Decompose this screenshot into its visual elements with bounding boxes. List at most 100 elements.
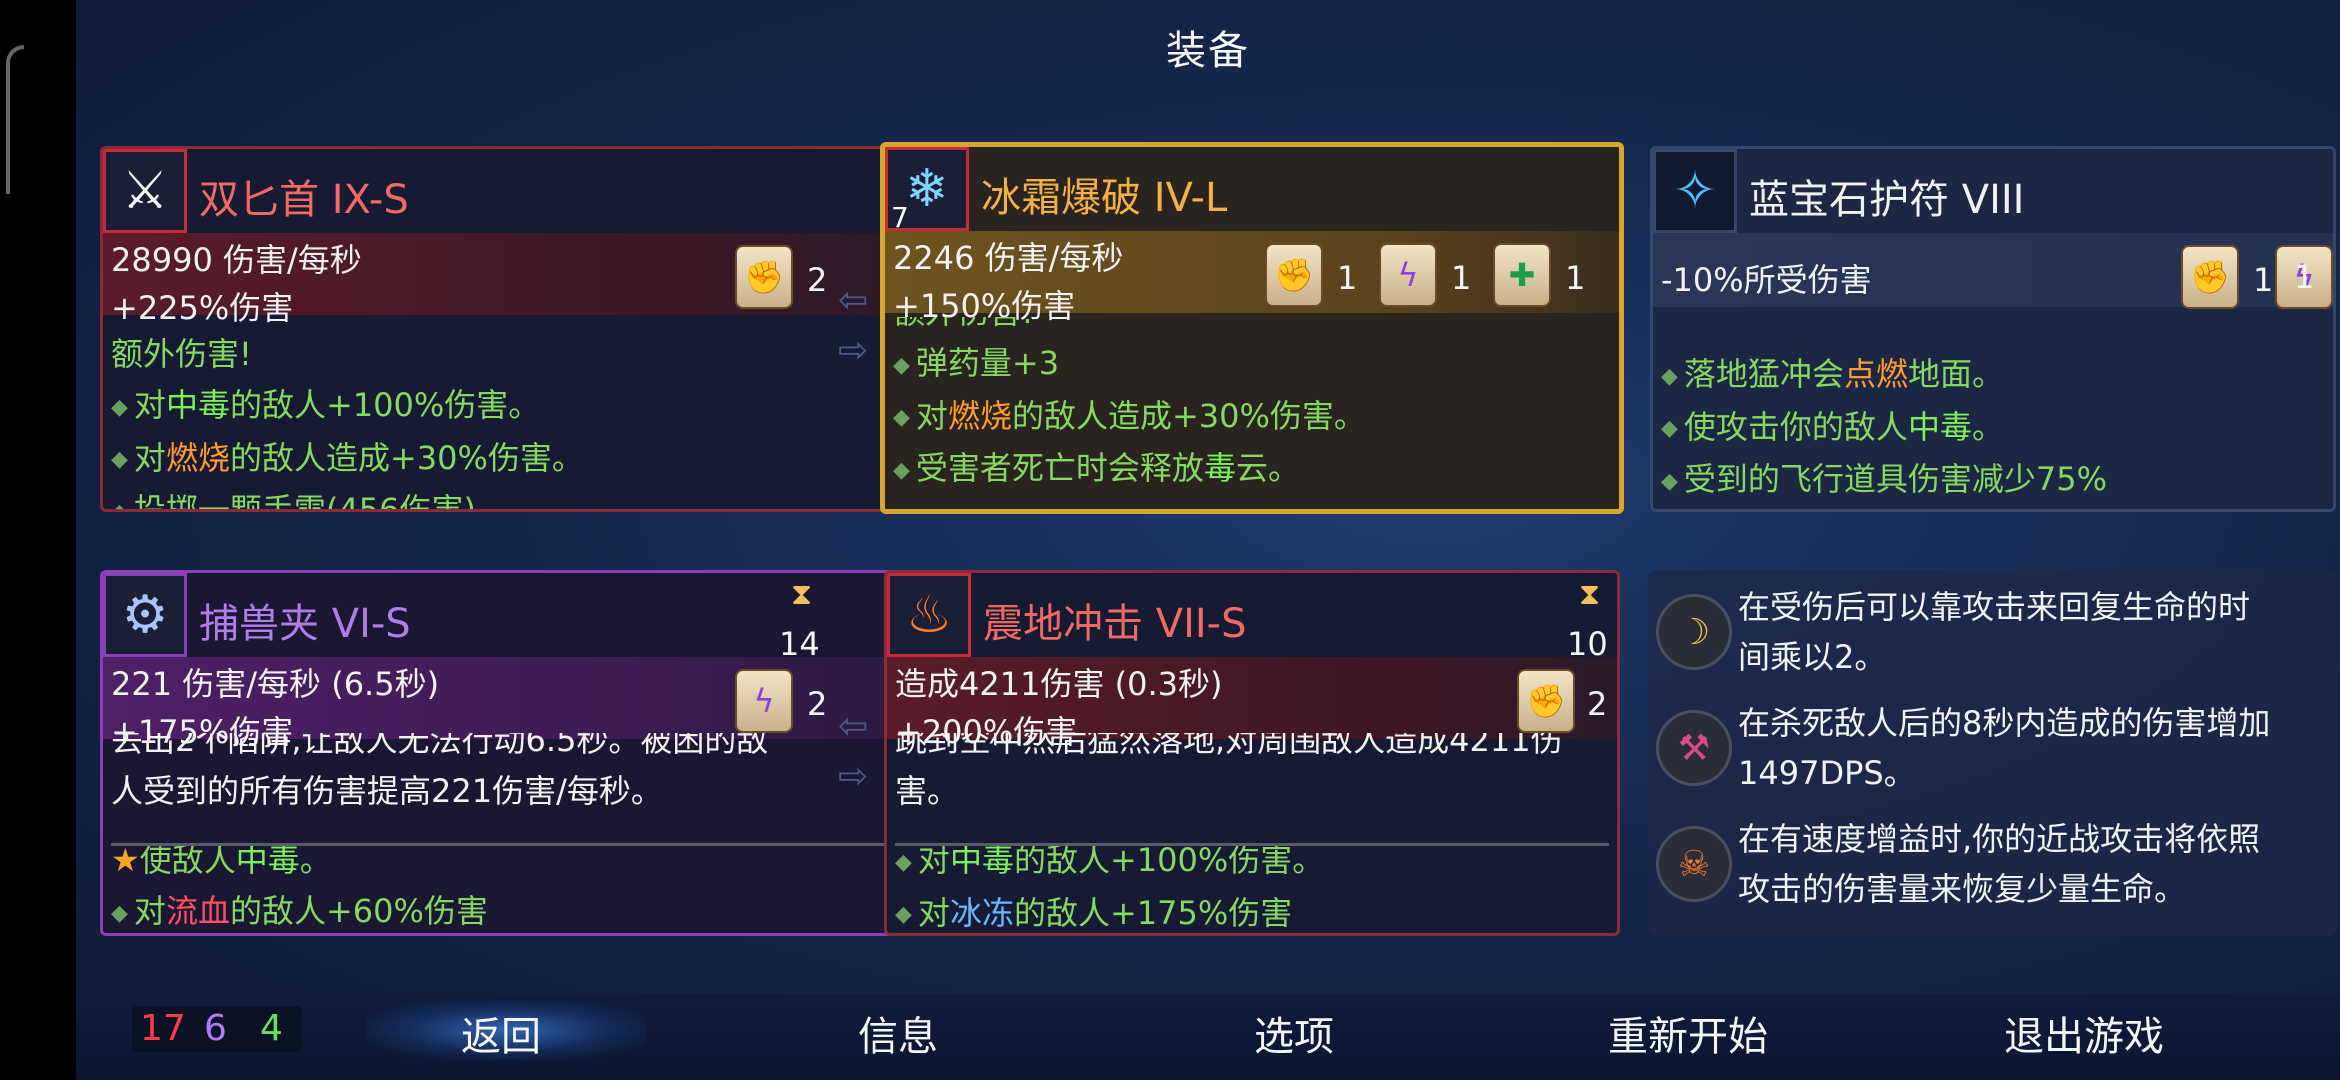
skill-description: 丢出2个陷阱,让敌人无法行动6.5秒。被困的敌 — [111, 733, 769, 759]
item-level: 7 — [891, 201, 909, 234]
options-button[interactable]: 选项 — [1254, 1004, 1334, 1062]
heal-on-hit-icon: ☽ — [1656, 594, 1732, 670]
cooldown-value: 14 — [779, 625, 820, 663]
device-bezel — [0, 0, 76, 1080]
purple-bolt-scroll-icon: ϟ — [1379, 243, 1437, 307]
restart-button[interactable]: 重新开始 — [1608, 1004, 1768, 1062]
brutality-count: 17 — [140, 1008, 186, 1049]
effect-header: 额外伤害! — [893, 317, 1611, 338]
effect-line: ◆投掷一颗手雷(456伤害) — [111, 485, 903, 509]
skill-name: 震地冲击 VII-S — [983, 601, 1247, 647]
scroll-count: 2 — [1587, 685, 1608, 723]
screen-title: 装备 — [1166, 28, 1250, 74]
amulet-stat: -10%所受伤害 — [1661, 261, 1872, 299]
diamond-bullet-icon: ◆ — [895, 902, 912, 927]
weapon-effects: 额外伤害! ◆对中毒的敌人+100%伤害。 ◆对燃烧的敌人造成+30%伤害。 ◆… — [111, 329, 903, 509]
diamond-bullet-icon: ◆ — [895, 849, 912, 875]
red-fist-scroll-icon: ✊ — [2181, 245, 2239, 309]
back-button[interactable]: 返回 — [461, 1004, 541, 1062]
weapon-name: 冰霜爆破 IV-L — [981, 175, 1228, 221]
amulet-effects: ◆ 落地猛冲会点燃地面。 ◆ 使攻击你的敌人中毒。 ◆ 受到的飞行道具伤害减少75% — [1661, 349, 2325, 509]
cooldown-value: 10 — [1567, 625, 1608, 663]
diamond-bullet-icon: ◆ — [1661, 468, 1678, 494]
weapon-card-twin-daggers[interactable]: ⚔ 双匕首 IX-S 28990 伤害/每秒 +225%伤害 ✊ 2 额外伤害!… — [100, 146, 914, 512]
equipment-screen: 装备 ⚔ 双匕首 IX-S 28990 伤害/每秒 +225%伤害 ✊ 2 额外… — [76, 0, 2340, 1080]
skill-dps: 221 伤害/每秒 (6.5秒) — [111, 665, 440, 703]
weapon-dps: 2246 伤害/每秒 — [893, 239, 1124, 277]
bottom-menu-bar: 17 6 4 返回 信息 选项 重新开始 退出游戏 — [76, 994, 2340, 1080]
amulet-card-sapphire[interactable]: ✧ 蓝宝石护符 VIII -10%所受伤害 ✊ 1 ϟ ◆ 落地猛冲会点燃地面。 … — [1650, 146, 2336, 512]
scroll-count: 1 — [1565, 259, 1586, 297]
weapon-card-frost-blast[interactable]: ❄ 7 冰霜爆破 IV-L 2246 伤害/每秒 +150%伤害 ✊ 1 ϟ 1… — [880, 142, 1624, 514]
effect-line: ◆ 受害者死亡时会释放毒云。 — [893, 449, 1300, 487]
bezel-edge — [6, 45, 24, 194]
passive-description: 在受伤后可以靠攻击来回复生命的时 间乘以2。 — [1738, 588, 2251, 676]
amulet-name: 蓝宝石护符 VIII — [1749, 177, 2025, 223]
passive-description: 在有速度增益时,你的近战攻击将依照 攻击的伤害量来恢复少量生命。 — [1738, 820, 2261, 908]
swap-left-arrow-icon: ⇦ — [838, 280, 869, 321]
swap-left-arrow-icon: ⇦ — [838, 706, 869, 747]
bear-trap-icon: ⚙ — [103, 573, 187, 657]
diamond-bullet-icon: ◆ — [1661, 363, 1678, 389]
diamond-bullet-icon: ◆ — [1661, 416, 1678, 441]
effect-line: ◆ 对燃烧的敌人造成+30%伤害。 — [111, 438, 584, 477]
effect-line: ◆ 使攻击你的敌人中毒。 — [1661, 407, 2004, 446]
purple-bolt-scroll-icon: ϟ — [735, 669, 793, 733]
effect-line: ◆ 落地猛冲会点燃地面。 — [1661, 355, 2004, 393]
weapon-dps: 28990 伤害/每秒 — [111, 241, 362, 279]
effect-line: ◆ 对流血的敌人+60%伤害 — [111, 892, 488, 930]
divider — [111, 843, 903, 846]
green-cross-scroll-icon: ✚ — [1493, 243, 1551, 307]
effect-line: ◆ 弹药量+3 — [893, 344, 1060, 382]
scroll-stats-counter: 17 6 4 — [132, 1006, 302, 1052]
scroll-count: 2 — [807, 261, 828, 299]
effect-line: ◆ 对冰冻的敌人+175%伤害 — [895, 893, 1293, 932]
skill-description: 害。 — [895, 772, 960, 810]
twin-daggers-icon: ⚔ — [103, 149, 187, 233]
diamond-bullet-icon: ◆ — [893, 352, 910, 378]
diamond-bullet-icon: ◆ — [111, 900, 128, 926]
speed-lifesteal-icon: ☠ — [1656, 826, 1732, 902]
scroll-count: 1 — [1451, 259, 1472, 297]
quit-game-button[interactable]: 退出游戏 — [2004, 1004, 2164, 1062]
skill-name: 捕兽夹 VI-S — [199, 601, 411, 647]
skill-description: 人受到的所有伤害提高221伤害/每秒。 — [111, 772, 663, 810]
passive-description: 在杀死敌人后的8秒内造成的伤害增加 1497DPS。 — [1738, 704, 2271, 792]
hourglass-icon: ⧗ — [1579, 577, 1601, 612]
ground-slam-icon: ♨ — [887, 573, 971, 657]
scroll-count: 1 — [2253, 261, 2274, 299]
weapon-damage-bonus: +225%伤害 — [111, 289, 294, 327]
swap-right-arrow-icon: ⇨ — [838, 330, 869, 371]
weapon-name: 双匕首 IX-S — [199, 177, 409, 223]
diamond-bullet-icon: ◆ — [893, 457, 910, 483]
scroll-count: 1 — [2294, 258, 2315, 296]
red-fist-scroll-icon: ✊ — [1265, 243, 1323, 307]
diamond-bullet-icon: ◆ — [893, 405, 910, 430]
skill-effects: 丢出2个陷阱,让敌人无法行动6.5秒。被困的敌 人受到的所有伤害提高221伤害/… — [111, 733, 903, 933]
kill-damage-boost-icon: ⚒ — [1656, 710, 1732, 786]
skill-card-ground-slam[interactable]: ♨ 震地冲击 VII-S ⧗ 10 造成4211伤害 (0.3秒) +200%伤… — [884, 570, 1620, 936]
red-fist-scroll-icon: ✊ — [1517, 669, 1575, 733]
effect-header: 额外伤害! — [111, 335, 252, 373]
effect-line: ◆ 对中毒的敌人+100%伤害。 — [111, 386, 541, 424]
passive-item[interactable]: ☠ 在有速度增益时,你的近战攻击将依照 攻击的伤害量来恢复少量生命。 — [1656, 814, 2330, 924]
scroll-count: 2 — [807, 685, 828, 723]
effect-line: ◆ 对燃烧的敌人造成+30%伤害。 — [893, 396, 1366, 435]
effect-line: ◆ 受到的飞行道具伤害减少75% — [1661, 460, 2108, 498]
passive-item[interactable]: ☽ 在受伤后可以靠攻击来回复生命的时 间乘以2。 — [1656, 582, 2330, 692]
sapphire-amulet-icon: ✧ — [1653, 149, 1737, 233]
diamond-bullet-icon: ◆ — [111, 447, 128, 472]
passive-mutations-panel: ☽ 在受伤后可以靠攻击来回复生命的时 间乘以2。 ⚒ 在杀死敌人后的8秒内造成的… — [1648, 570, 2338, 936]
divider — [895, 843, 1609, 846]
tactics-count: 6 — [204, 1008, 227, 1049]
hourglass-icon: ⧗ — [791, 577, 813, 612]
swap-right-arrow-icon: ⇨ — [838, 756, 869, 797]
diamond-bullet-icon: ◆ — [111, 500, 128, 510]
red-fist-scroll-icon: ✊ — [735, 245, 793, 309]
diamond-bullet-icon: ◆ — [111, 394, 128, 420]
info-button[interactable]: 信息 — [858, 1004, 938, 1062]
passive-item[interactable]: ⚒ 在杀死敌人后的8秒内造成的伤害增加 1497DPS。 — [1656, 698, 2330, 808]
skill-card-bear-trap[interactable]: ⚙ 捕兽夹 VI-S ⧗ 14 221 伤害/每秒 (6.5秒) +175%伤害… — [100, 570, 914, 936]
